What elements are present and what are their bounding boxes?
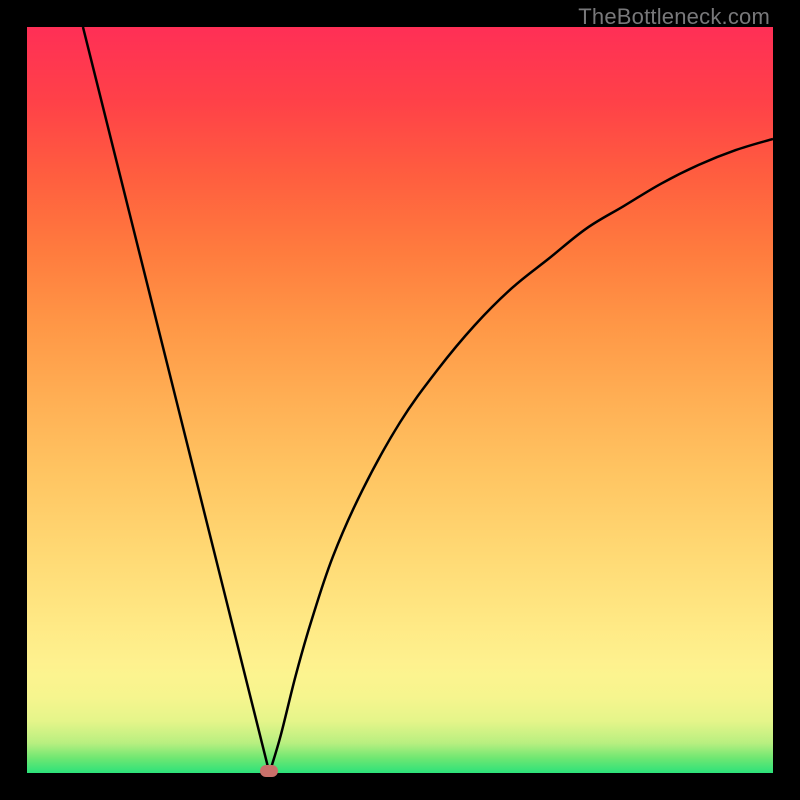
- watermark-text: TheBottleneck.com: [578, 4, 770, 30]
- curve-path: [83, 27, 773, 773]
- optimal-point-marker: [260, 765, 278, 777]
- plot-area: [27, 27, 773, 773]
- bottleneck-curve: [27, 27, 773, 773]
- chart-frame: TheBottleneck.com: [0, 0, 800, 800]
